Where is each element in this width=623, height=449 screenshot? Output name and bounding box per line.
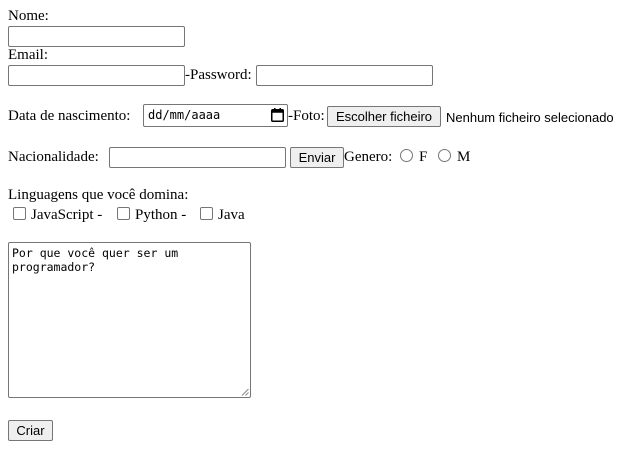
email-input[interactable] <box>8 65 185 86</box>
password-input[interactable] <box>256 65 433 86</box>
nationality-label: Nacionalidade: <box>8 149 99 165</box>
resize-grip-icon[interactable] <box>241 388 249 396</box>
javascript-label: JavaScript - <box>31 207 103 223</box>
calendar-icon[interactable] <box>271 108 284 122</box>
motivation-textarea[interactable]: Por que você quer ser um programador? <box>8 242 251 398</box>
checkbox-python[interactable] <box>117 207 130 220</box>
gender-radio-m[interactable] <box>438 149 451 162</box>
checkbox-java[interactable] <box>200 207 213 220</box>
birth-date-label: Data de nascimento: <box>8 108 131 124</box>
send-button[interactable]: Enviar <box>290 147 344 168</box>
foto-label: -Foto: <box>288 108 325 124</box>
checkbox-javascript[interactable] <box>13 207 26 220</box>
create-button[interactable]: Criar <box>8 420 53 441</box>
gender-radio-f[interactable] <box>400 149 413 162</box>
gender-option-f-label: F <box>419 149 428 165</box>
languages-label: Linguagens que você domina: <box>8 187 189 203</box>
nome-label: Nome: <box>8 8 49 24</box>
java-label: Java <box>218 207 245 223</box>
gender-label: Genero: <box>344 149 393 165</box>
file-status-text: Nenhum ficheiro selecionado <box>446 110 614 125</box>
choose-file-button[interactable]: Escolher ficheiro <box>327 106 441 127</box>
birth-date-input[interactable]: dd/mm/aaaa <box>143 104 288 127</box>
gender-option-m-label: M <box>457 149 471 165</box>
birth-date-placeholder: dd/mm/aaaa <box>148 108 221 122</box>
motivation-placeholder: Por que você quer ser um programador? <box>12 246 186 274</box>
email-label: Email: <box>8 47 48 63</box>
nome-input[interactable] <box>8 26 185 47</box>
nationality-input[interactable] <box>109 147 286 168</box>
password-label: -Password: <box>185 67 252 83</box>
python-label: Python - <box>135 207 187 223</box>
